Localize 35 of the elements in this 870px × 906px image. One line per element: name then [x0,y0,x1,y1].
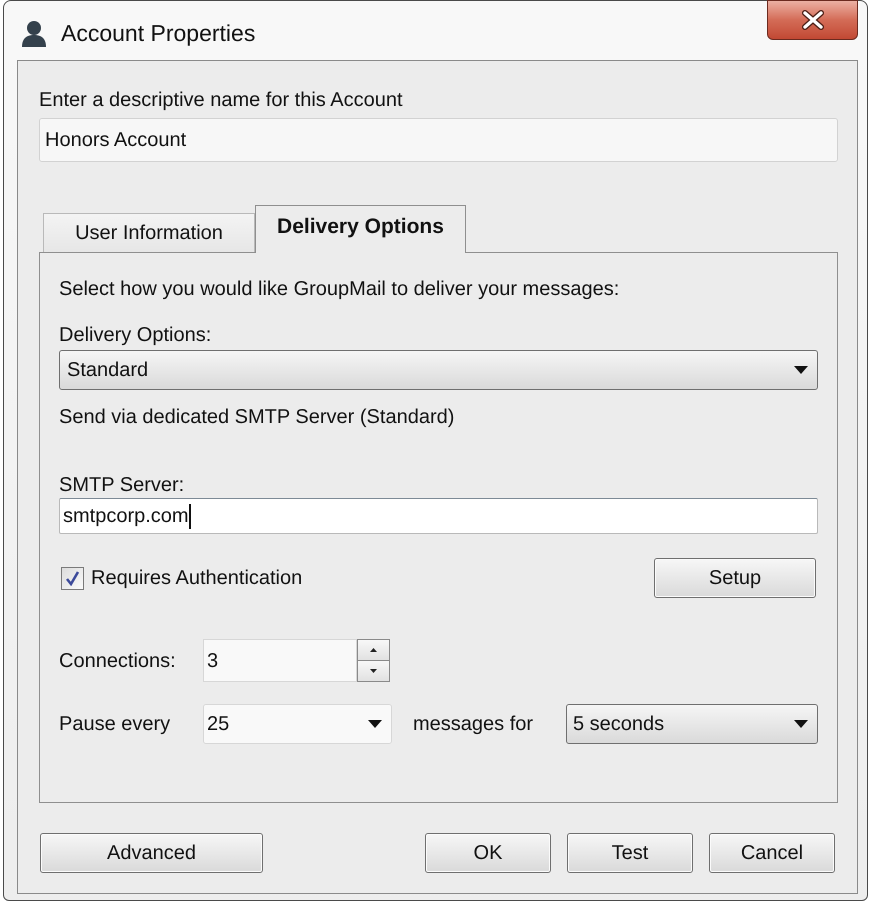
close-button[interactable] [767,0,858,40]
checkmark-icon [65,570,80,586]
delivery-options-dropdown[interactable]: Standard [59,350,818,390]
messages-for-label: messages for [413,712,534,736]
tab[interactable]: Delivery Options [255,205,466,253]
caret-down-icon [794,366,808,374]
caret-down-icon [368,720,382,728]
dialog-button[interactable]: OK [425,833,551,873]
delivery-options-label: Delivery Options: [59,323,212,347]
caret-down-icon [794,720,808,728]
close-icon [800,10,824,30]
connections-label: Connections: [59,648,177,672]
delivery-description: Send via dedicated SMTP Server (Standard) [59,405,456,429]
setup-button[interactable]: Setup [654,558,816,598]
pause-duration-dropdown[interactable]: 5 seconds [566,704,818,744]
spin-down-button[interactable] [357,661,390,682]
checkbox[interactable] [61,566,84,590]
account-name-field[interactable]: Honors Account [39,118,838,162]
smtp-server-field[interactable]: smtpcorp.com [59,498,818,534]
window-title: Account Properties [61,19,256,47]
down-arrow-icon [370,669,377,673]
checkbox-label: Requires Authentication [91,566,302,590]
spin-up-button[interactable] [357,639,390,661]
pause-label: Pause every [59,712,172,736]
dialog-button[interactable]: Test [567,833,693,873]
dialog-button[interactable]: Cancel [709,833,835,873]
user-icon [22,20,46,47]
up-arrow-icon [370,648,377,652]
smtp-server-label: SMTP Server: [59,473,186,497]
intro-text: Select how you would like GroupMail to deliver your messages: [59,277,620,301]
dialog-button[interactable]: Advanced [40,833,263,873]
connections-field[interactable]: 3 [203,639,357,682]
tab[interactable]: User Information [43,213,255,252]
account-name-label: Enter a descriptive name for this Account [39,88,404,112]
message-count-dropdown[interactable]: 25 [203,704,392,744]
